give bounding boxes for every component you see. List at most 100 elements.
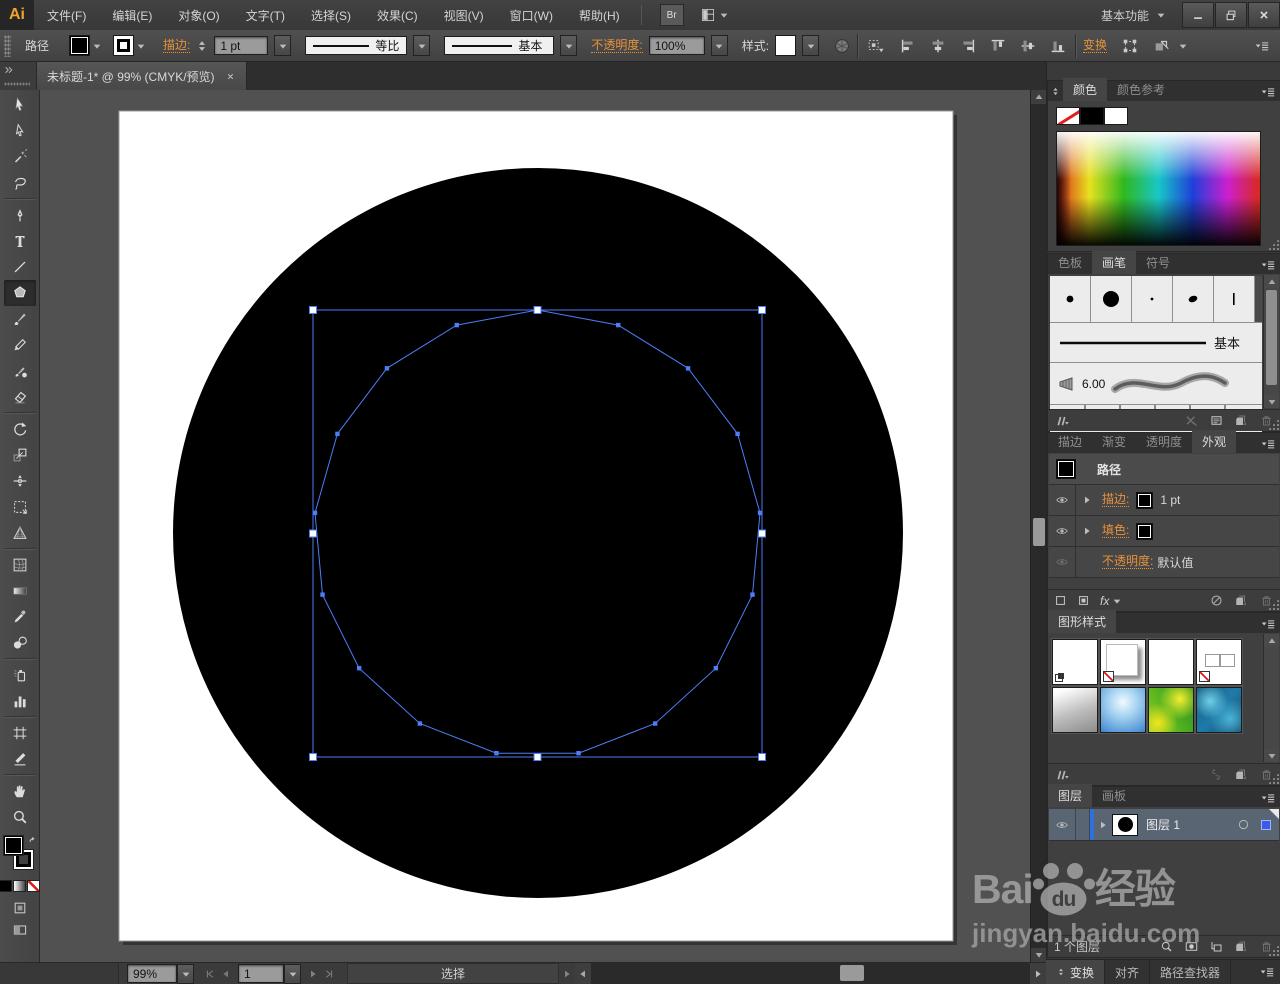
- collapsed-tab-路径查找器[interactable]: 路径查找器: [1150, 960, 1232, 984]
- close-button[interactable]: [1248, 2, 1280, 28]
- tab-色板[interactable]: 色板: [1048, 251, 1092, 274]
- black-swatch[interactable]: [1080, 107, 1104, 125]
- layer-expand-arrow-icon[interactable]: [1094, 809, 1112, 840]
- tab-透明度[interactable]: 透明度: [1136, 430, 1192, 453]
- menu-对象[interactable]: 对象(O): [165, 0, 232, 30]
- anchor-point[interactable]: [750, 592, 755, 597]
- layer-name[interactable]: 图层 1: [1146, 816, 1180, 833]
- menu-文字[interactable]: 文字(T): [233, 0, 298, 30]
- canvas[interactable]: [40, 90, 1030, 962]
- tab-渐变[interactable]: 渐变: [1092, 430, 1136, 453]
- layer-lock-cell[interactable]: [1076, 809, 1090, 840]
- fill-color-swatch[interactable]: [69, 35, 91, 56]
- status-expand-icon[interactable]: [559, 968, 575, 980]
- add-fill-icon[interactable]: [1077, 594, 1090, 607]
- graphic-style-blue-glow[interactable]: [1100, 687, 1146, 733]
- isolate-selected-icon[interactable]: [1153, 37, 1171, 55]
- collapsed-tab-变换[interactable]: 变换: [1046, 960, 1106, 984]
- brushes-scrollbar[interactable]: [1263, 275, 1279, 408]
- tools-dock-header[interactable]: [0, 62, 37, 90]
- chevron-down-icon[interactable]: [135, 40, 147, 52]
- tool-direct-selection[interactable]: [4, 118, 36, 144]
- bounding-box-icon[interactable]: [1121, 37, 1139, 55]
- panel-collapse-icon[interactable]: [1050, 85, 1061, 98]
- panel-menu-icon[interactable]: [1260, 437, 1276, 451]
- workspace-switcher[interactable]: 基本功能: [1101, 7, 1181, 24]
- anchor-point[interactable]: [384, 366, 390, 371]
- collapsed-tab-对齐[interactable]: 对齐: [1105, 960, 1151, 984]
- visibility-eye-icon[interactable]: [1049, 485, 1076, 515]
- graphic-style-default[interactable]: [1052, 639, 1098, 685]
- panel-menu-icon[interactable]: [1260, 85, 1276, 99]
- visibility-eye-icon[interactable]: [1049, 547, 1076, 577]
- scroll-right-icon[interactable]: [1030, 963, 1046, 984]
- tool-shape[interactable]: [3, 280, 36, 306]
- remove-brush-stroke-icon[interactable]: [1184, 413, 1199, 428]
- vertical-scroll-thumb[interactable]: [1033, 518, 1045, 546]
- color-spectrum[interactable]: [1056, 131, 1261, 246]
- graphic-style-green-swirl[interactable]: [1148, 687, 1194, 733]
- tab-颜色[interactable]: 颜色: [1063, 78, 1108, 101]
- appearance-fill-row[interactable]: 填色:: [1049, 516, 1279, 547]
- tool-blend[interactable]: [4, 630, 36, 656]
- resize-grip[interactable]: [1268, 239, 1279, 250]
- new-style-icon[interactable]: [1234, 767, 1249, 782]
- none-mode-icon[interactable]: [27, 880, 40, 892]
- new-sublayer-icon[interactable]: [1209, 939, 1224, 954]
- break-link-icon[interactable]: [1208, 767, 1224, 782]
- fill-indicator[interactable]: [3, 836, 23, 855]
- tool-eyedropper[interactable]: [4, 604, 36, 630]
- tool-pencil[interactable]: [4, 332, 36, 358]
- brush-bar-vertical[interactable]: [1214, 276, 1255, 322]
- horizontal-align-right-icon[interactable]: [957, 35, 979, 57]
- layer-target-icon[interactable]: [1236, 817, 1251, 832]
- stroke-color-swatch[interactable]: [113, 35, 135, 56]
- stroke-swatch[interactable]: [1137, 492, 1153, 508]
- styles-scrollbar[interactable]: [1263, 634, 1279, 762]
- brush-dot-large[interactable]: [1091, 276, 1132, 322]
- bounding-box-handle[interactable]: [309, 529, 317, 538]
- menu-帮助[interactable]: 帮助(H): [566, 0, 633, 30]
- scroll-up-icon[interactable]: [1264, 275, 1279, 288]
- control-panel-menu-icon[interactable]: [1254, 39, 1270, 53]
- anchor-point[interactable]: [335, 431, 340, 437]
- anchor-point[interactable]: [685, 366, 691, 371]
- panel-menu-icon[interactable]: [1259, 965, 1275, 979]
- clear-appearance-icon[interactable]: [1209, 593, 1224, 608]
- tool-blob-brush[interactable]: [4, 358, 36, 384]
- layer-visibility-eye-icon[interactable]: [1049, 809, 1076, 840]
- white-swatch[interactable]: [1104, 107, 1128, 125]
- add-effect-button[interactable]: fx: [1100, 594, 1123, 608]
- delete-layer-icon[interactable]: [1259, 939, 1274, 954]
- style-swatch[interactable]: [775, 35, 797, 56]
- tab-画板[interactable]: 画板: [1092, 784, 1136, 807]
- anchor-point[interactable]: [320, 592, 325, 597]
- anchor-point[interactable]: [713, 665, 719, 671]
- none-swatch[interactable]: [1056, 107, 1080, 125]
- opacity-dropdown[interactable]: [710, 35, 728, 56]
- width-profile-select[interactable]: 等比: [305, 36, 408, 55]
- artboard-dropdown[interactable]: [284, 963, 301, 984]
- dock-grip[interactable]: [4, 82, 30, 86]
- chevron-down-icon[interactable]: [91, 40, 103, 52]
- panel-grip[interactable]: [4, 34, 11, 57]
- vertical-scrollbar[interactable]: [1030, 90, 1047, 962]
- fill-swatch[interactable]: [1137, 523, 1153, 539]
- drawing-mode-icon[interactable]: [12, 900, 28, 916]
- scroll-down-icon[interactable]: [1264, 749, 1279, 762]
- tool-slice[interactable]: [4, 746, 36, 772]
- tab-graphic-styles[interactable]: 图形样式: [1048, 610, 1117, 633]
- opacity-attr-link[interactable]: 不透明度:: [1102, 555, 1154, 569]
- black-circle-artwork[interactable]: [173, 168, 903, 898]
- stroke-width-dropdown[interactable]: [274, 35, 292, 56]
- menu-视图[interactable]: 视图(V): [431, 0, 497, 30]
- style-libraries-icon[interactable]: [1054, 767, 1070, 782]
- vertical-align-top-icon[interactable]: [987, 35, 1009, 57]
- swap-fill-stroke-icon[interactable]: [27, 834, 38, 845]
- chevron-down-icon[interactable]: [1177, 40, 1189, 52]
- add-stroke-icon[interactable]: [1054, 594, 1067, 607]
- fill-attr-link[interactable]: 填色:: [1102, 524, 1130, 538]
- bounding-box-handle[interactable]: [309, 306, 317, 314]
- stroke-panel-link[interactable]: 描边:: [163, 38, 191, 53]
- tool-pen[interactable]: [4, 202, 36, 228]
